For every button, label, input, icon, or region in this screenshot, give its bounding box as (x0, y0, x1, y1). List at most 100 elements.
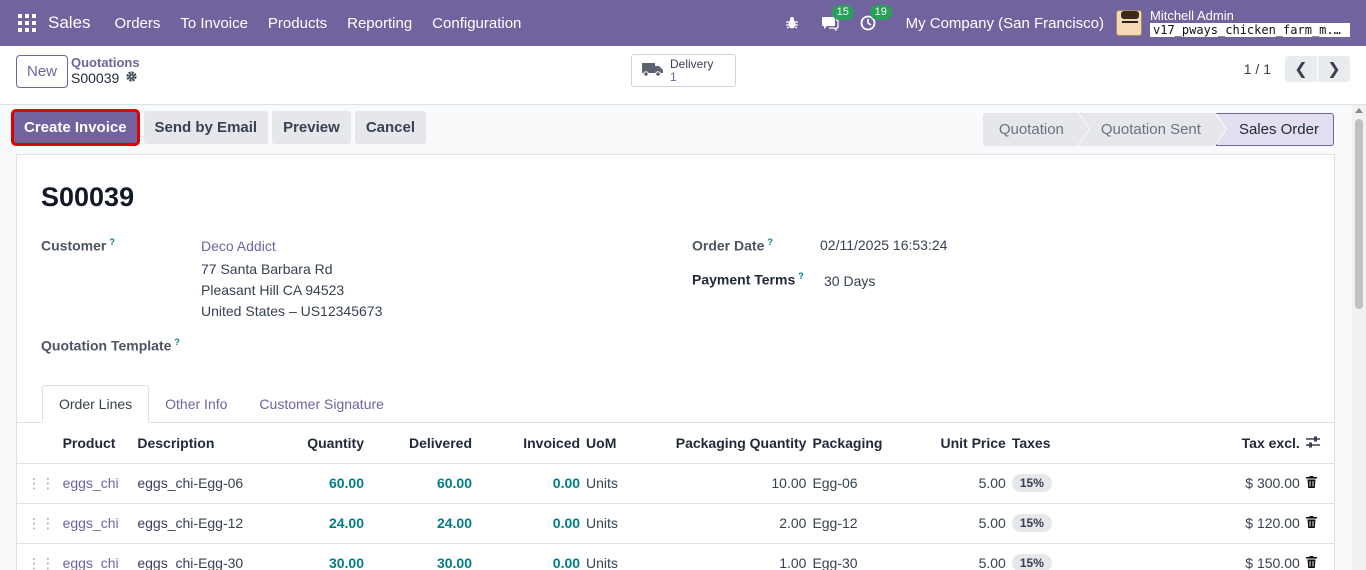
tab-other-info[interactable]: Other Info (149, 385, 243, 423)
col-taxes[interactable]: Taxes (1008, 423, 1196, 464)
row-delete[interactable] (1302, 503, 1334, 544)
drag-handle-icon[interactable]: ⋮⋮ (17, 503, 60, 544)
row-packaging[interactable]: Egg-06 (809, 463, 924, 504)
delivery-smart-button[interactable]: Delivery 1 (631, 54, 736, 87)
app-brand[interactable]: Sales (48, 13, 91, 33)
gear-icon[interactable] (125, 70, 138, 86)
row-description[interactable]: eggs_chi-Egg-06 (134, 463, 270, 504)
row-uom[interactable]: Units (583, 543, 654, 570)
stage-quotation-sent[interactable]: Quotation Sent (1078, 113, 1228, 146)
optional-columns-toggle[interactable] (1302, 423, 1334, 464)
row-uom[interactable]: Units (583, 503, 654, 544)
pager: 1 / 1 ❮ ❯ (1244, 56, 1350, 82)
menu-configuration[interactable]: Configuration (422, 15, 531, 32)
bug-icon[interactable] (780, 11, 804, 35)
tax-badge: 15% (1011, 554, 1052, 570)
col-tax-excl[interactable]: Tax excl. (1195, 423, 1303, 464)
row-product[interactable]: eggs_chi (59, 463, 135, 504)
row-invoiced[interactable]: 0.00 (475, 503, 584, 544)
delivery-count: 1 (670, 69, 677, 84)
row-quantity[interactable]: 24.00 (269, 503, 367, 544)
scroll-up-arrow-icon[interactable] (1355, 108, 1363, 113)
row-delete[interactable] (1302, 463, 1334, 504)
drag-handle-icon[interactable]: ⋮⋮ (17, 543, 60, 570)
menu-products[interactable]: Products (258, 15, 337, 32)
menu-orders[interactable]: Orders (105, 15, 171, 32)
row-invoiced[interactable]: 0.00 (475, 463, 584, 504)
row-unit-price[interactable]: 5.00 (923, 503, 1009, 544)
row-invoiced[interactable]: 0.00 (475, 543, 584, 570)
table-row[interactable]: ⋮⋮ eggs_chi eggs_chi-Egg-12 24.00 24.00 … (17, 503, 1334, 544)
pager-previous-button[interactable]: ❮ (1285, 56, 1317, 82)
row-uom[interactable]: Units (583, 463, 654, 504)
tab-order-lines[interactable]: Order Lines (42, 385, 150, 423)
scrollbar-thumb[interactable] (1355, 119, 1363, 309)
pager-value[interactable]: 1 / 1 (1244, 61, 1271, 77)
messages-icon[interactable]: 15 (818, 5, 854, 35)
col-delivered[interactable]: Delivered (367, 423, 476, 464)
tab-customer-signature[interactable]: Customer Signature (243, 385, 400, 423)
cancel-button[interactable]: Cancel (354, 111, 427, 144)
menu-to-invoice[interactable]: To Invoice (170, 15, 258, 32)
address-line-3: United States – US12345673 (201, 303, 383, 319)
new-button[interactable]: New (16, 55, 69, 88)
trash-icon[interactable] (1305, 515, 1317, 531)
order-date-field[interactable]: 02/11/2025 16:53:24 (820, 237, 947, 253)
vertical-scrollbar[interactable] (1352, 105, 1366, 570)
activities-clock-icon[interactable]: 19 (856, 5, 892, 35)
payment-terms-field[interactable]: 30 Days (824, 273, 875, 289)
company-switcher[interactable]: My Company (San Francisco) (906, 15, 1104, 32)
sliders-icon[interactable] (1305, 435, 1320, 451)
row-product[interactable]: eggs_chi (59, 543, 135, 570)
drag-handle-icon[interactable]: ⋮⋮ (17, 463, 60, 504)
row-quantity[interactable]: 30.00 (269, 543, 367, 570)
breadcrumb-current-label: S00039 (71, 70, 120, 86)
col-product[interactable]: Product (59, 423, 135, 464)
row-delete[interactable] (1302, 543, 1334, 570)
row-delivered[interactable]: 24.00 (367, 503, 476, 544)
top-navbar: Sales Orders To Invoice Products Reporti… (0, 0, 1366, 46)
breadcrumb-quotations[interactable]: Quotations (71, 55, 140, 70)
table-row[interactable]: ⋮⋮ eggs_chi eggs_chi-Egg-30 30.00 30.00 … (17, 543, 1334, 570)
row-quantity[interactable]: 60.00 (269, 463, 367, 504)
row-packaging-quantity[interactable]: 10.00 (653, 463, 810, 504)
menu-reporting[interactable]: Reporting (337, 15, 422, 32)
user-menu[interactable]: Mitchell Admin v17_pways_chicken_farm_m.… (1150, 9, 1350, 37)
row-unit-price[interactable]: 5.00 (923, 543, 1009, 570)
row-packaging[interactable]: Egg-12 (809, 503, 924, 544)
navbar-systray: 15 19 My Company (San Francisco) Mitchel… (780, 0, 1366, 46)
col-quantity[interactable]: Quantity (269, 423, 367, 464)
col-handle (17, 423, 60, 464)
row-unit-price[interactable]: 5.00 (923, 463, 1009, 504)
row-packaging-quantity[interactable]: 1.00 (653, 543, 810, 570)
chevron-left-icon: ❮ (1294, 61, 1308, 78)
col-unit-price[interactable]: Unit Price (923, 423, 1009, 464)
row-description[interactable]: eggs_chi-Egg-12 (134, 503, 270, 544)
col-packaging[interactable]: Packaging (809, 423, 924, 464)
trash-icon[interactable] (1305, 475, 1317, 491)
pager-next-button[interactable]: ❯ (1318, 56, 1350, 82)
col-packaging-quantity[interactable]: Packaging Quantity (653, 423, 810, 464)
row-taxes[interactable]: 15% (1008, 543, 1196, 570)
row-packaging[interactable]: Egg-30 (809, 543, 924, 570)
user-avatar[interactable] (1116, 10, 1142, 36)
row-taxes[interactable]: 15% (1008, 503, 1196, 544)
row-product[interactable]: eggs_chi (59, 503, 135, 544)
send-by-email-button[interactable]: Send by Email (143, 111, 269, 144)
trash-icon[interactable] (1305, 555, 1317, 570)
row-description[interactable]: eggs_chi-Egg-30 (134, 543, 270, 570)
create-invoice-button[interactable]: Create Invoice (11, 109, 140, 146)
col-description[interactable]: Description (134, 423, 270, 464)
table-row[interactable]: ⋮⋮ eggs_chi eggs_chi-Egg-06 60.00 60.00 … (17, 463, 1334, 504)
customer-field[interactable]: Deco Addict (201, 238, 276, 254)
stage-quotation[interactable]: Quotation (982, 113, 1090, 146)
stage-sales-order[interactable]: Sales Order (1215, 113, 1334, 146)
row-packaging-quantity[interactable]: 2.00 (653, 503, 810, 544)
row-taxes[interactable]: 15% (1008, 463, 1196, 504)
row-delivered[interactable]: 30.00 (367, 543, 476, 570)
preview-button[interactable]: Preview (272, 111, 351, 144)
col-uom[interactable]: UoM (583, 423, 654, 464)
col-invoiced[interactable]: Invoiced (475, 423, 584, 464)
apps-menu-icon[interactable] (18, 14, 36, 32)
row-delivered[interactable]: 60.00 (367, 463, 476, 504)
